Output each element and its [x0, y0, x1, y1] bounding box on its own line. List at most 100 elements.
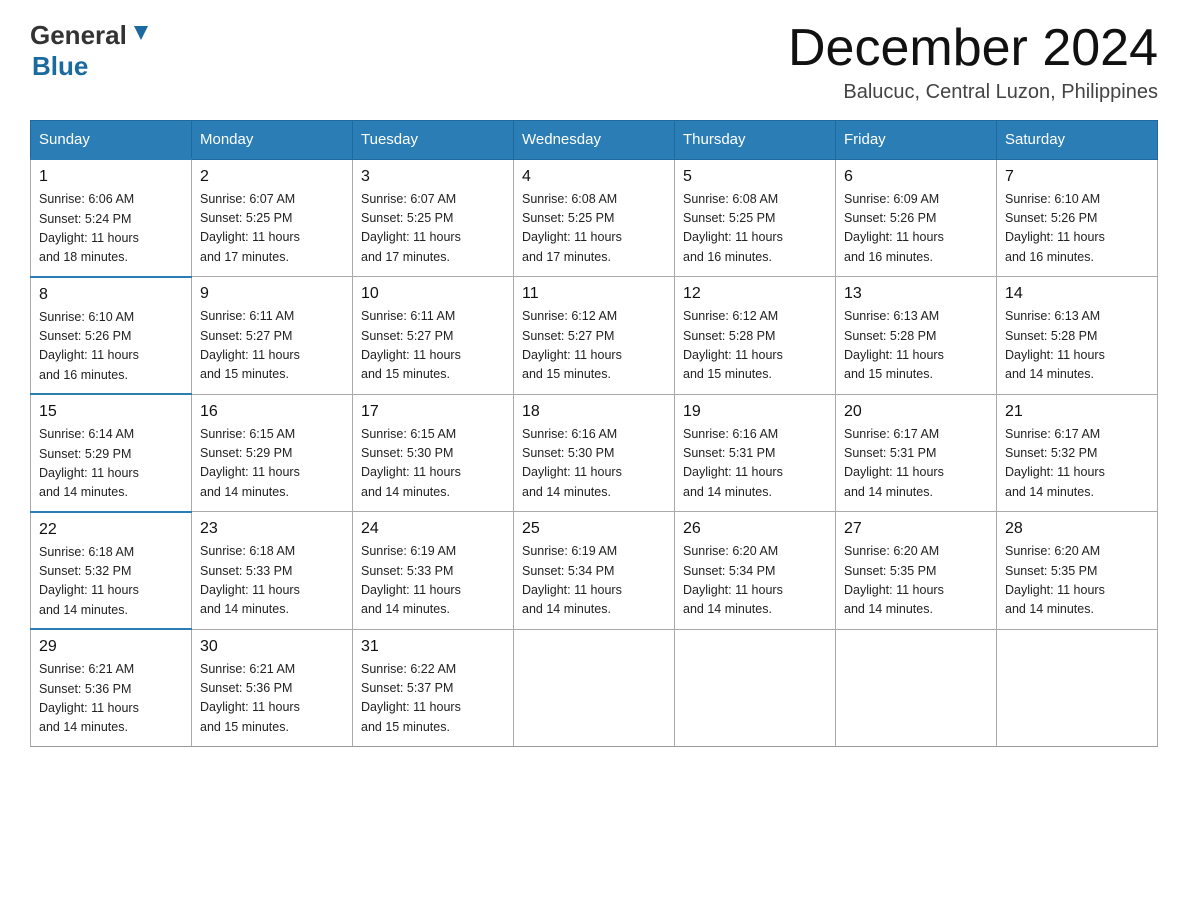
calendar-cell: 29 Sunrise: 6:21 AM Sunset: 5:36 PM Dayl…	[31, 629, 192, 746]
day-info: Sunrise: 6:19 AM Sunset: 5:34 PM Dayligh…	[522, 542, 666, 620]
calendar-cell: 22 Sunrise: 6:18 AM Sunset: 5:32 PM Dayl…	[31, 512, 192, 630]
calendar-cell: 2 Sunrise: 6:07 AM Sunset: 5:25 PM Dayli…	[192, 159, 353, 277]
day-number: 6	[844, 168, 988, 186]
day-info: Sunrise: 6:13 AM Sunset: 5:28 PM Dayligh…	[844, 307, 988, 385]
calendar-cell: 19 Sunrise: 6:16 AM Sunset: 5:31 PM Dayl…	[675, 394, 836, 512]
day-number: 20	[844, 403, 988, 421]
day-info: Sunrise: 6:11 AM Sunset: 5:27 PM Dayligh…	[200, 307, 344, 385]
day-number: 18	[522, 403, 666, 421]
day-number: 4	[522, 168, 666, 186]
day-info: Sunrise: 6:20 AM Sunset: 5:34 PM Dayligh…	[683, 542, 827, 620]
day-info: Sunrise: 6:16 AM Sunset: 5:30 PM Dayligh…	[522, 425, 666, 503]
day-number: 26	[683, 520, 827, 538]
day-info: Sunrise: 6:16 AM Sunset: 5:31 PM Dayligh…	[683, 425, 827, 503]
day-info: Sunrise: 6:10 AM Sunset: 5:26 PM Dayligh…	[39, 308, 183, 386]
logo: General Blue	[30, 20, 152, 82]
calendar-cell: 25 Sunrise: 6:19 AM Sunset: 5:34 PM Dayl…	[514, 512, 675, 630]
day-number: 16	[200, 403, 344, 421]
calendar-cell: 1 Sunrise: 6:06 AM Sunset: 5:24 PM Dayli…	[31, 159, 192, 277]
calendar-cell: 15 Sunrise: 6:14 AM Sunset: 5:29 PM Dayl…	[31, 394, 192, 512]
day-info: Sunrise: 6:17 AM Sunset: 5:32 PM Dayligh…	[1005, 425, 1149, 503]
calendar-cell: 27 Sunrise: 6:20 AM Sunset: 5:35 PM Dayl…	[836, 512, 997, 630]
day-number: 13	[844, 285, 988, 303]
day-info: Sunrise: 6:12 AM Sunset: 5:27 PM Dayligh…	[522, 307, 666, 385]
month-year-title: December 2024	[788, 20, 1158, 77]
calendar-cell: 3 Sunrise: 6:07 AM Sunset: 5:25 PM Dayli…	[353, 159, 514, 277]
calendar-cell: 12 Sunrise: 6:12 AM Sunset: 5:28 PM Dayl…	[675, 277, 836, 395]
calendar-cell	[997, 629, 1158, 746]
day-info: Sunrise: 6:13 AM Sunset: 5:28 PM Dayligh…	[1005, 307, 1149, 385]
calendar-cell: 23 Sunrise: 6:18 AM Sunset: 5:33 PM Dayl…	[192, 512, 353, 630]
day-number: 24	[361, 520, 505, 538]
day-number: 19	[683, 403, 827, 421]
calendar-header: SundayMondayTuesdayWednesdayThursdayFrid…	[31, 121, 1158, 160]
calendar-cell	[836, 629, 997, 746]
day-info: Sunrise: 6:18 AM Sunset: 5:32 PM Dayligh…	[39, 543, 183, 621]
calendar-week-1: 1 Sunrise: 6:06 AM Sunset: 5:24 PM Dayli…	[31, 159, 1158, 277]
page-header: General Blue December 2024 Balucuc, Cent…	[30, 20, 1158, 104]
calendar-cell: 31 Sunrise: 6:22 AM Sunset: 5:37 PM Dayl…	[353, 629, 514, 746]
day-number: 22	[39, 521, 183, 539]
weekday-header-thursday: Thursday	[675, 121, 836, 160]
calendar-cell: 30 Sunrise: 6:21 AM Sunset: 5:36 PM Dayl…	[192, 629, 353, 746]
calendar-cell: 4 Sunrise: 6:08 AM Sunset: 5:25 PM Dayli…	[514, 159, 675, 277]
calendar-cell: 11 Sunrise: 6:12 AM Sunset: 5:27 PM Dayl…	[514, 277, 675, 395]
day-number: 15	[39, 403, 183, 421]
calendar-cell: 18 Sunrise: 6:16 AM Sunset: 5:30 PM Dayl…	[514, 394, 675, 512]
day-info: Sunrise: 6:20 AM Sunset: 5:35 PM Dayligh…	[1005, 542, 1149, 620]
calendar-week-4: 22 Sunrise: 6:18 AM Sunset: 5:32 PM Dayl…	[31, 512, 1158, 630]
day-info: Sunrise: 6:22 AM Sunset: 5:37 PM Dayligh…	[361, 660, 505, 738]
day-info: Sunrise: 6:19 AM Sunset: 5:33 PM Dayligh…	[361, 542, 505, 620]
calendar-week-5: 29 Sunrise: 6:21 AM Sunset: 5:36 PM Dayl…	[31, 629, 1158, 746]
day-number: 9	[200, 285, 344, 303]
day-info: Sunrise: 6:21 AM Sunset: 5:36 PM Dayligh…	[200, 660, 344, 738]
logo-blue-text: Blue	[32, 51, 88, 82]
day-info: Sunrise: 6:10 AM Sunset: 5:26 PM Dayligh…	[1005, 190, 1149, 268]
day-number: 23	[200, 520, 344, 538]
weekday-header-sunday: Sunday	[31, 121, 192, 160]
calendar-week-2: 8 Sunrise: 6:10 AM Sunset: 5:26 PM Dayli…	[31, 277, 1158, 395]
calendar-cell: 24 Sunrise: 6:19 AM Sunset: 5:33 PM Dayl…	[353, 512, 514, 630]
day-number: 5	[683, 168, 827, 186]
day-number: 7	[1005, 168, 1149, 186]
calendar-table: SundayMondayTuesdayWednesdayThursdayFrid…	[30, 120, 1158, 747]
day-info: Sunrise: 6:07 AM Sunset: 5:25 PM Dayligh…	[361, 190, 505, 268]
calendar-cell: 7 Sunrise: 6:10 AM Sunset: 5:26 PM Dayli…	[997, 159, 1158, 277]
location-subtitle: Balucuc, Central Luzon, Philippines	[788, 81, 1158, 104]
weekday-header-monday: Monday	[192, 121, 353, 160]
calendar-cell: 21 Sunrise: 6:17 AM Sunset: 5:32 PM Dayl…	[997, 394, 1158, 512]
day-info: Sunrise: 6:08 AM Sunset: 5:25 PM Dayligh…	[522, 190, 666, 268]
day-info: Sunrise: 6:08 AM Sunset: 5:25 PM Dayligh…	[683, 190, 827, 268]
logo-triangle-icon	[130, 22, 152, 44]
day-number: 27	[844, 520, 988, 538]
weekday-header-wednesday: Wednesday	[514, 121, 675, 160]
day-number: 17	[361, 403, 505, 421]
day-info: Sunrise: 6:18 AM Sunset: 5:33 PM Dayligh…	[200, 542, 344, 620]
day-info: Sunrise: 6:17 AM Sunset: 5:31 PM Dayligh…	[844, 425, 988, 503]
calendar-cell: 20 Sunrise: 6:17 AM Sunset: 5:31 PM Dayl…	[836, 394, 997, 512]
title-block: December 2024 Balucuc, Central Luzon, Ph…	[788, 20, 1158, 104]
day-number: 14	[1005, 285, 1149, 303]
calendar-cell: 28 Sunrise: 6:20 AM Sunset: 5:35 PM Dayl…	[997, 512, 1158, 630]
calendar-cell: 17 Sunrise: 6:15 AM Sunset: 5:30 PM Dayl…	[353, 394, 514, 512]
calendar-body: 1 Sunrise: 6:06 AM Sunset: 5:24 PM Dayli…	[31, 159, 1158, 746]
weekday-header-friday: Friday	[836, 121, 997, 160]
day-number: 29	[39, 638, 183, 656]
day-info: Sunrise: 6:21 AM Sunset: 5:36 PM Dayligh…	[39, 660, 183, 738]
calendar-cell: 5 Sunrise: 6:08 AM Sunset: 5:25 PM Dayli…	[675, 159, 836, 277]
calendar-cell: 9 Sunrise: 6:11 AM Sunset: 5:27 PM Dayli…	[192, 277, 353, 395]
calendar-cell: 10 Sunrise: 6:11 AM Sunset: 5:27 PM Dayl…	[353, 277, 514, 395]
weekday-header-tuesday: Tuesday	[353, 121, 514, 160]
day-info: Sunrise: 6:06 AM Sunset: 5:24 PM Dayligh…	[39, 190, 183, 268]
calendar-cell: 14 Sunrise: 6:13 AM Sunset: 5:28 PM Dayl…	[997, 277, 1158, 395]
day-info: Sunrise: 6:15 AM Sunset: 5:30 PM Dayligh…	[361, 425, 505, 503]
day-number: 8	[39, 286, 183, 304]
calendar-cell: 26 Sunrise: 6:20 AM Sunset: 5:34 PM Dayl…	[675, 512, 836, 630]
day-number: 28	[1005, 520, 1149, 538]
calendar-cell	[514, 629, 675, 746]
calendar-cell: 8 Sunrise: 6:10 AM Sunset: 5:26 PM Dayli…	[31, 277, 192, 395]
day-info: Sunrise: 6:20 AM Sunset: 5:35 PM Dayligh…	[844, 542, 988, 620]
weekday-header-row: SundayMondayTuesdayWednesdayThursdayFrid…	[31, 121, 1158, 160]
day-info: Sunrise: 6:09 AM Sunset: 5:26 PM Dayligh…	[844, 190, 988, 268]
day-info: Sunrise: 6:12 AM Sunset: 5:28 PM Dayligh…	[683, 307, 827, 385]
